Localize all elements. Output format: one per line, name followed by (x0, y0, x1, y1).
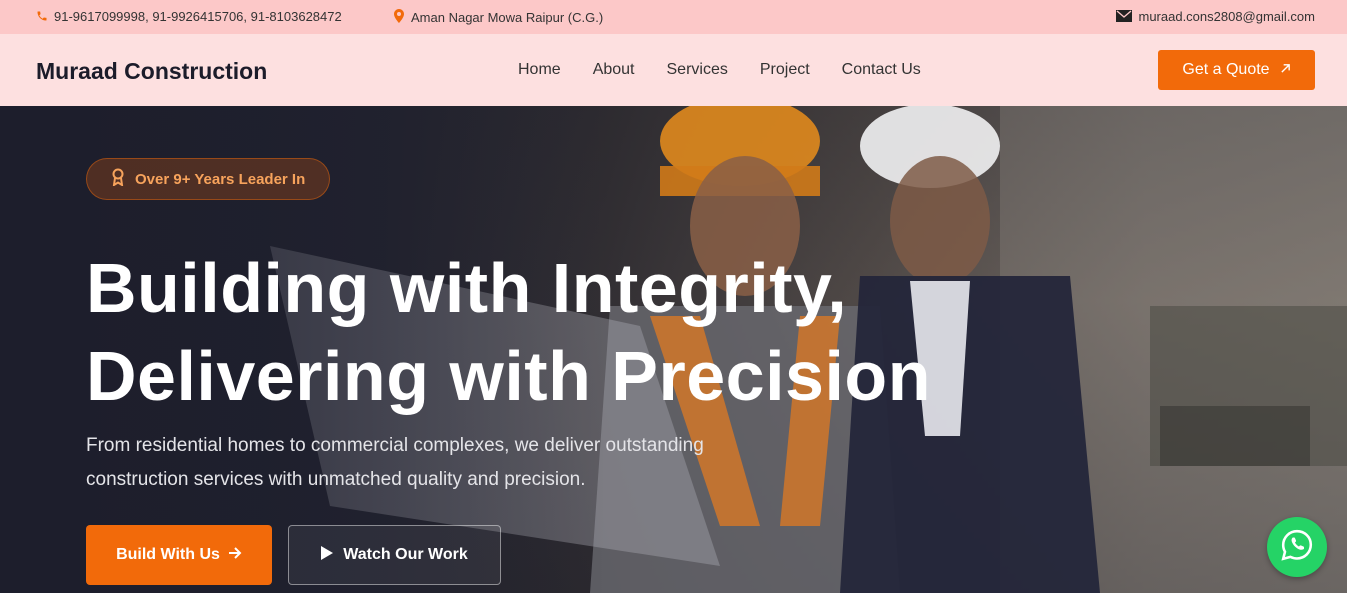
hero-section: Over 9+ Years Leader In Building with In… (0, 106, 1347, 593)
email-address[interactable]: muraad.cons2808@gmail.com (1138, 9, 1315, 24)
address-text: Aman Nagar Mowa Raipur (C.G.) (411, 9, 604, 25)
arrow-right-icon (228, 546, 242, 564)
subtext-line-2: construction services with unmatched qua… (86, 469, 586, 490)
award-icon (111, 168, 125, 190)
nav-link-project[interactable]: Project (760, 61, 810, 79)
nav-link-contact-us[interactable]: Contact Us (842, 61, 921, 79)
get-a-quote-button[interactable]: Get a Quote (1158, 50, 1315, 90)
whatsapp-chat-button[interactable] (1267, 517, 1327, 577)
email-info: muraad.cons2808@gmail.com (1116, 9, 1315, 24)
nav-menu: Home About Services Project Contact Us (518, 61, 921, 79)
top-info-bar: 91-9617099998, 91-9926415706, 91-8103628… (0, 0, 1347, 34)
play-icon (321, 545, 334, 565)
address-info: Aman Nagar Mowa Raipur (C.G.) (393, 9, 603, 25)
nav-link-home[interactable]: Home (518, 61, 561, 79)
watch-our-work-button[interactable]: Watch Our Work (288, 525, 501, 585)
main-navbar: Muraad Construction Home About Services … (0, 34, 1347, 106)
brand-logo-text[interactable]: Muraad Construction (36, 58, 267, 85)
phone-info: 91-9617099998, 91-9926415706, 91-8103628… (36, 9, 342, 24)
whatsapp-icon (1280, 528, 1314, 567)
headline-line-2: Delivering with Precision (86, 337, 931, 415)
location-pin-icon (393, 9, 405, 25)
nav-link-about[interactable]: About (593, 61, 635, 79)
nav-link-services[interactable]: Services (667, 61, 728, 79)
envelope-icon (1116, 9, 1133, 24)
build-with-us-button[interactable]: Build With Us (86, 525, 272, 585)
build-with-us-label: Build With Us (116, 546, 220, 563)
badge-text: Over 9+ Years Leader In (135, 170, 306, 188)
headline-line-1: Building with Integrity, (86, 249, 848, 327)
phone-icon (36, 10, 48, 24)
watch-our-work-label: Watch Our Work (343, 546, 468, 563)
phone-numbers[interactable]: 91-9617099998, 91-9926415706, 91-8103628… (54, 9, 342, 24)
experience-badge: Over 9+ Years Leader In (86, 158, 331, 200)
hero-headline: Building with Integrity, Delivering with… (86, 244, 931, 420)
get-a-quote-label: Get a Quote (1182, 61, 1270, 78)
subtext-line-1: From residential homes to commercial com… (86, 435, 704, 456)
arrow-up-right-icon (1280, 61, 1291, 79)
hero-subtext: From residential homes to commercial com… (86, 429, 766, 497)
